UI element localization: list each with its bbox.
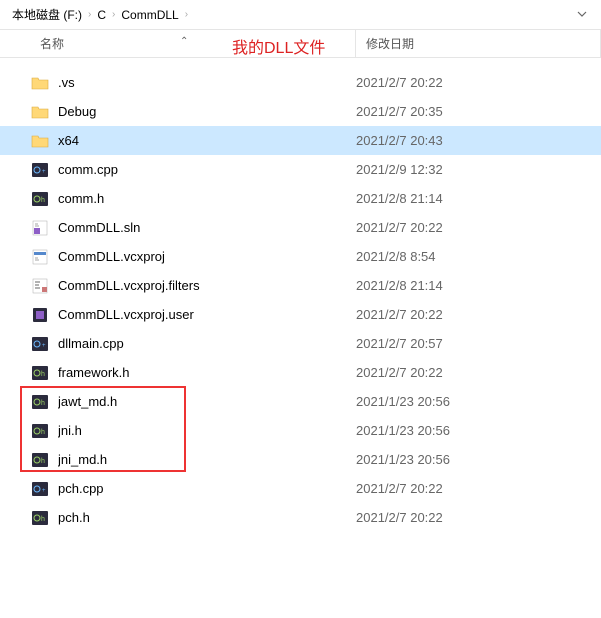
file-row[interactable]: CommDLL.vcxproj.user2021/2/7 20:22 <box>0 300 601 329</box>
file-row[interactable]: x642021/2/7 20:43 <box>0 126 601 155</box>
cpp-icon <box>30 479 50 499</box>
file-date: 2021/2/7 20:22 <box>356 365 601 380</box>
file-row[interactable]: jni.h2021/1/23 20:56 <box>0 416 601 445</box>
vcxproj-icon <box>30 247 50 267</box>
folder-icon <box>30 131 50 151</box>
chevron-right-icon: › <box>183 9 190 20</box>
file-date: 2021/2/7 20:22 <box>356 75 601 90</box>
file-date: 2021/2/7 20:22 <box>356 220 601 235</box>
h-icon <box>30 392 50 412</box>
file-name: framework.h <box>58 365 356 380</box>
file-row[interactable]: jni_md.h2021/1/23 20:56 <box>0 445 601 474</box>
h-icon <box>30 421 50 441</box>
file-name: pch.cpp <box>58 481 356 496</box>
file-name: jawt_md.h <box>58 394 356 409</box>
file-row[interactable]: dllmain.cpp2021/2/7 20:57 <box>0 329 601 358</box>
cpp-icon <box>30 160 50 180</box>
breadcrumb-item-2[interactable]: CommDLL <box>117 8 182 22</box>
breadcrumb-dropdown[interactable] <box>571 8 593 22</box>
h-icon <box>30 450 50 470</box>
folder-icon <box>30 73 50 93</box>
file-name: .vs <box>58 75 356 90</box>
file-date: 2021/1/23 20:56 <box>356 394 601 409</box>
file-name: CommDLL.vcxproj.user <box>58 307 356 322</box>
file-row[interactable]: Debug2021/2/7 20:35 <box>0 97 601 126</box>
annotation-label: 我的DLL文件 <box>232 34 325 58</box>
file-row[interactable]: pch.cpp2021/2/7 20:22 <box>0 474 601 503</box>
file-date: 2021/2/7 20:22 <box>356 481 601 496</box>
file-date: 2021/2/8 21:14 <box>356 191 601 206</box>
file-date: 2021/2/9 12:32 <box>356 162 601 177</box>
chevron-right-icon: › <box>110 9 117 20</box>
file-row[interactable]: comm.cpp2021/2/9 12:32 <box>0 155 601 184</box>
file-row[interactable]: CommDLL.vcxproj.filters2021/2/8 21:14 <box>0 271 601 300</box>
file-name: jni_md.h <box>58 452 356 467</box>
file-date: 2021/2/8 8:54 <box>356 249 601 264</box>
file-date: 2021/2/7 20:22 <box>356 307 601 322</box>
file-name: Debug <box>58 104 356 119</box>
file-row[interactable]: pch.h2021/2/7 20:22 <box>0 503 601 532</box>
file-row[interactable]: comm.h2021/2/8 21:14 <box>0 184 601 213</box>
file-name: CommDLL.vcxproj.filters <box>58 278 356 293</box>
h-icon <box>30 189 50 209</box>
column-header-date[interactable]: 修改日期 <box>356 30 601 57</box>
file-row[interactable]: jawt_md.h2021/1/23 20:56 <box>0 387 601 416</box>
chevron-right-icon: › <box>86 9 93 20</box>
breadcrumb-item-0[interactable]: 本地磁盘 (F:) <box>8 6 86 23</box>
file-row[interactable]: framework.h2021/2/7 20:22 <box>0 358 601 387</box>
h-icon <box>30 508 50 528</box>
cpp-icon <box>30 334 50 354</box>
file-row[interactable]: .vs2021/2/7 20:22 <box>0 68 601 97</box>
sln-icon <box>30 218 50 238</box>
file-date: 2021/2/7 20:35 <box>356 104 601 119</box>
file-name: CommDLL.vcxproj <box>58 249 356 264</box>
file-name: pch.h <box>58 510 356 525</box>
file-date: 2021/1/23 20:56 <box>356 452 601 467</box>
breadcrumb-item-1[interactable]: C <box>93 8 110 22</box>
breadcrumb[interactable]: 本地磁盘 (F:) › C › CommDLL › <box>0 0 601 30</box>
file-name: jni.h <box>58 423 356 438</box>
filters-icon <box>30 276 50 296</box>
file-name: comm.h <box>58 191 356 206</box>
file-date: 2021/2/7 20:57 <box>356 336 601 351</box>
user-icon <box>30 305 50 325</box>
column-header-date-label: 修改日期 <box>366 35 414 52</box>
file-name: comm.cpp <box>58 162 356 177</box>
file-row[interactable]: CommDLL.sln2021/2/7 20:22 <box>0 213 601 242</box>
file-date: 2021/2/7 20:43 <box>356 133 601 148</box>
file-date: 2021/2/8 21:14 <box>356 278 601 293</box>
file-date: 2021/1/23 20:56 <box>356 423 601 438</box>
file-date: 2021/2/7 20:22 <box>356 510 601 525</box>
file-name: x64 <box>58 133 356 148</box>
h-icon <box>30 363 50 383</box>
file-name: CommDLL.sln <box>58 220 356 235</box>
sort-ascending-icon: ⌃ <box>180 36 188 47</box>
file-name: dllmain.cpp <box>58 336 356 351</box>
column-header-name-label: 名称 <box>40 35 64 52</box>
folder-icon <box>30 102 50 122</box>
file-row[interactable]: CommDLL.vcxproj2021/2/8 8:54 <box>0 242 601 271</box>
file-list: .vs2021/2/7 20:22Debug2021/2/7 20:35x642… <box>0 58 601 532</box>
